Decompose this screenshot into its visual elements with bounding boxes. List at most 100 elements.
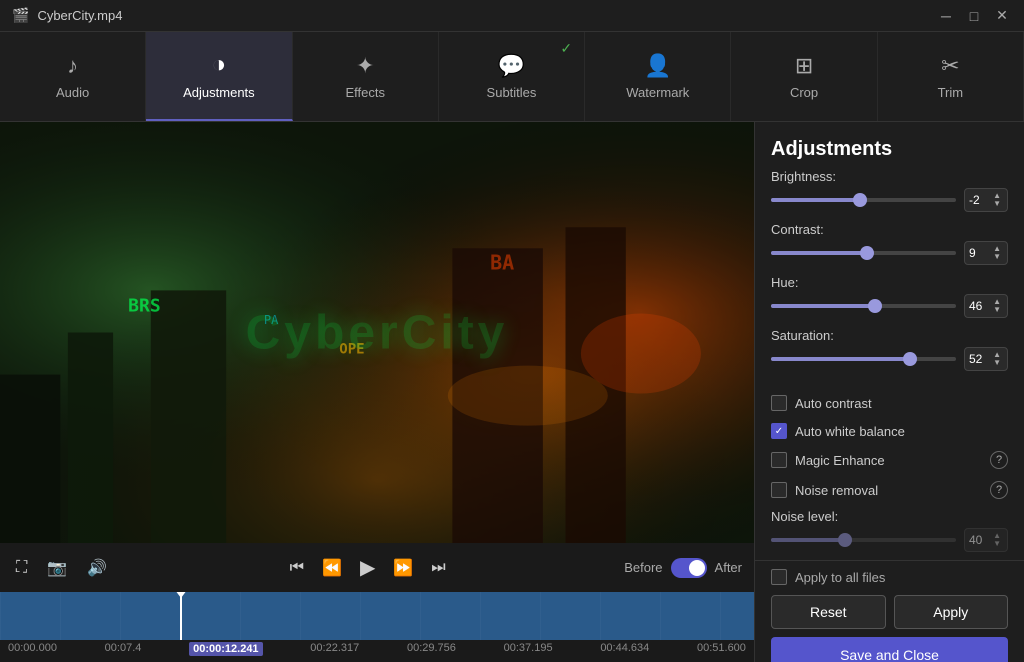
contrast-spinner[interactable]: ▲ ▼	[991, 245, 1003, 261]
hue-spinner[interactable]: ▲ ▼	[991, 298, 1003, 314]
noise-removal-checkbox[interactable]	[771, 482, 787, 498]
time-label-6: 00:44.634	[600, 642, 649, 656]
contrast-track[interactable]	[771, 251, 956, 255]
volume-button[interactable]: 🔊	[83, 554, 111, 582]
save-close-button[interactable]: Save and Close	[771, 637, 1008, 662]
panel-bottom: Apply to all files Reset Apply Save and …	[755, 560, 1024, 662]
tab-trim[interactable]: ✂ Trim	[878, 32, 1024, 121]
current-time: 00:00:12.241	[189, 642, 262, 656]
subtitles-check-icon: ✓	[560, 40, 572, 57]
skip-end-icon: ⏭	[431, 559, 445, 577]
magic-enhance-info-icon[interactable]: ?	[990, 451, 1008, 469]
tab-audio[interactable]: ♪ Audio	[0, 32, 146, 121]
hue-value: 46 ▲ ▼	[964, 294, 1008, 318]
auto-white-balance-row[interactable]: ✓ Auto white balance	[755, 417, 1024, 445]
auto-contrast-label: Auto contrast	[795, 396, 872, 411]
brightness-label: Brightness:	[771, 169, 1008, 184]
hue-fill	[771, 304, 875, 308]
hue-control: 46 ▲ ▼	[771, 294, 1008, 318]
magic-enhance-checkbox[interactable]	[771, 452, 787, 468]
time-label-7: 00:51.600	[697, 642, 746, 656]
time-label-1: 00:07.4	[105, 642, 142, 656]
trim-icon: ✂	[941, 53, 959, 79]
contrast-down[interactable]: ▼	[991, 253, 1003, 261]
apply-to-all-checkbox[interactable]	[771, 569, 787, 585]
hue-number: 46	[969, 299, 982, 313]
brightness-track[interactable]	[771, 198, 956, 202]
brightness-thumb[interactable]	[853, 193, 867, 207]
svg-text:PA: PA	[264, 313, 279, 327]
skip-start-button[interactable]: ⏮	[286, 555, 308, 581]
volume-icon: 🔊	[87, 558, 107, 578]
contrast-row: Contrast: 9 ▲ ▼	[771, 222, 1008, 265]
close-button[interactable]: ✕	[992, 6, 1012, 26]
saturation-track[interactable]	[771, 357, 956, 361]
auto-white-balance-checkbox[interactable]: ✓	[771, 423, 787, 439]
svg-text:BA: BA	[490, 250, 514, 274]
video-area: BRS OPE BA PA ⛶ 📷 🔊	[0, 122, 754, 662]
before-after-switch[interactable]	[671, 558, 707, 578]
main-content: BRS OPE BA PA ⛶ 📷 🔊	[0, 122, 1024, 662]
play-button[interactable]: ▶	[356, 551, 379, 584]
tab-trim-label: Trim	[938, 85, 964, 100]
video-visual: BRS OPE BA PA	[0, 122, 754, 543]
tab-adjustments[interactable]: ◑ Adjustments	[146, 32, 292, 121]
step-back-button[interactable]: ⏪	[318, 554, 346, 582]
contrast-thumb[interactable]	[860, 246, 874, 260]
brightness-fill	[771, 198, 860, 202]
noise-removal-info-icon[interactable]: ?	[990, 481, 1008, 499]
timeline-track[interactable]	[0, 592, 754, 640]
contrast-value: 9 ▲ ▼	[964, 241, 1008, 265]
maximize-button[interactable]: □	[964, 6, 984, 26]
noise-level-fill	[771, 538, 845, 542]
step-forward-button[interactable]: ⏩	[389, 554, 417, 582]
apply-button[interactable]: Apply	[894, 595, 1009, 629]
minimize-button[interactable]: ─	[936, 6, 956, 26]
hue-down[interactable]: ▼	[991, 306, 1003, 314]
reset-button[interactable]: Reset	[771, 595, 886, 629]
noise-level-section: Noise level: 40 ▲ ▼	[755, 505, 1024, 560]
hue-label: Hue:	[771, 275, 1008, 290]
hue-thumb[interactable]	[868, 299, 882, 313]
saturation-value: 52 ▲ ▼	[964, 347, 1008, 371]
saturation-thumb[interactable]	[903, 352, 917, 366]
effects-icon: ✦	[356, 53, 374, 79]
contrast-control: 9 ▲ ▼	[771, 241, 1008, 265]
noise-removal-label: Noise removal	[795, 483, 878, 498]
skip-start-icon: ⏮	[290, 559, 304, 577]
brightness-spinner[interactable]: ▲ ▼	[991, 192, 1003, 208]
subtitles-icon: 💬	[498, 53, 525, 79]
right-panel: Adjustments Brightness: -2 ▲ ▼	[754, 122, 1024, 662]
before-after-toggle: Before After	[624, 558, 742, 578]
playback-controls: ⏮ ⏪ ▶ ⏩ ⏭	[123, 551, 612, 584]
hue-row: Hue: 46 ▲ ▼	[771, 275, 1008, 318]
screenshot-button[interactable]: 📷	[43, 554, 71, 582]
tab-subtitles[interactable]: ✓ 💬 Subtitles	[439, 32, 585, 121]
brightness-down[interactable]: ▼	[991, 200, 1003, 208]
apply-to-all-row[interactable]: Apply to all files	[771, 569, 1008, 585]
tab-crop[interactable]: ⊞ Crop	[731, 32, 877, 121]
tab-watermark[interactable]: 👤 Watermark	[585, 32, 731, 121]
before-label: Before	[624, 560, 662, 575]
timeline: 00:00.000 00:07.4 00:00:12.241 00:22.317…	[0, 592, 754, 662]
svg-text:OPE: OPE	[339, 342, 364, 358]
magic-enhance-row[interactable]: Magic Enhance ?	[755, 445, 1024, 475]
saturation-fill	[771, 357, 910, 361]
hue-track[interactable]	[771, 304, 956, 308]
adjustments-sliders: Brightness: -2 ▲ ▼	[755, 169, 1024, 381]
tab-effects[interactable]: ✦ Effects	[293, 32, 439, 121]
video-player[interactable]: BRS OPE BA PA	[0, 122, 754, 543]
auto-contrast-row[interactable]: Auto contrast	[755, 389, 1024, 417]
saturation-down[interactable]: ▼	[991, 359, 1003, 367]
window-title: CyberCity.mp4	[37, 8, 122, 23]
saturation-label: Saturation:	[771, 328, 1008, 343]
tab-audio-label: Audio	[56, 85, 89, 100]
tab-crop-label: Crop	[790, 85, 818, 100]
fullscreen-button[interactable]: ⛶	[12, 555, 31, 581]
noise-removal-row[interactable]: Noise removal ?	[755, 475, 1024, 505]
skip-end-button[interactable]: ⏭	[427, 555, 449, 581]
step-back-icon: ⏪	[322, 558, 342, 578]
saturation-spinner[interactable]: ▲ ▼	[991, 351, 1003, 367]
auto-contrast-checkbox[interactable]	[771, 395, 787, 411]
saturation-control: 52 ▲ ▼	[771, 347, 1008, 371]
